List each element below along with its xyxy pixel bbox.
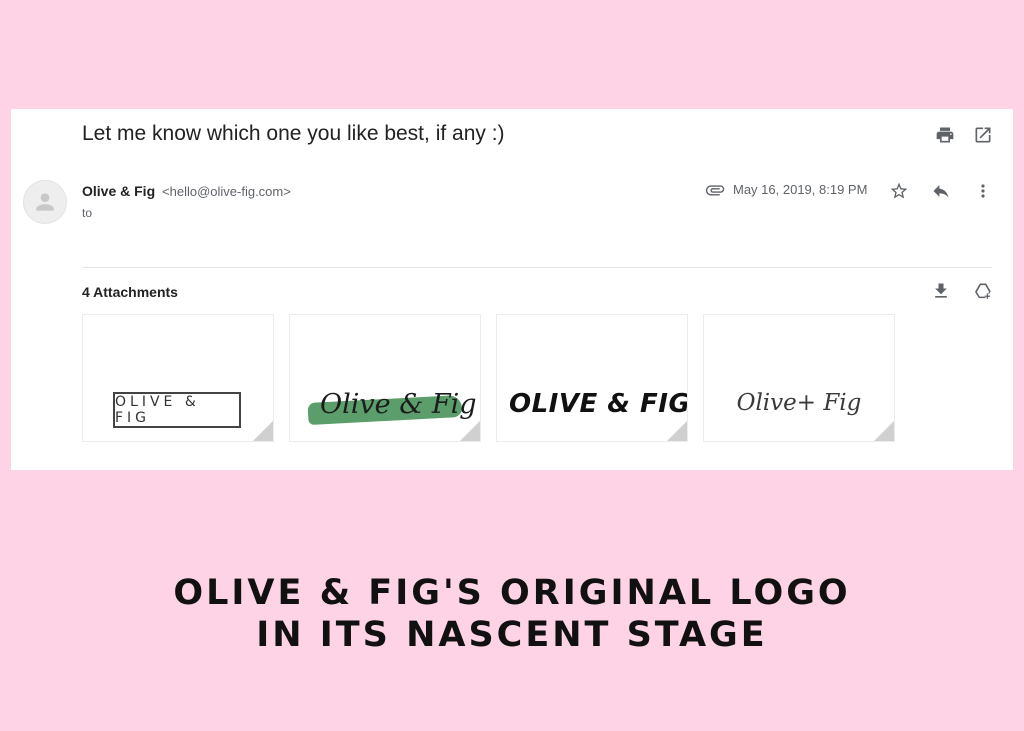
attachments-divider	[82, 267, 992, 268]
email-subject: Let me know which one you like best, if …	[82, 122, 505, 145]
attachment-logo-text: Olive+ Fig	[736, 390, 862, 416]
attachment-thumbnail[interactable]: OLIVE & FIG	[496, 314, 688, 442]
page-fold-corner	[873, 420, 894, 441]
page-fold-corner	[666, 420, 687, 441]
open-in-new-window-icon[interactable]	[971, 123, 995, 147]
page-fold-corner	[252, 420, 273, 441]
attachment-thumbnail[interactable]: Olive & Fig	[289, 314, 481, 442]
attachment-thumbnail[interactable]: OLIVE & FIG	[82, 314, 274, 442]
print-icon[interactable]	[933, 123, 957, 147]
recipient-toggle[interactable]: to	[82, 206, 92, 220]
attachment-clip-icon	[705, 184, 725, 195]
sender-avatar[interactable]	[23, 180, 67, 224]
star-icon[interactable]	[887, 179, 911, 203]
caption-line-1: OLIVE & FIG'S ORIGINAL LOGO	[173, 573, 851, 613]
sender-email: <hello@olive-fig.com>	[162, 184, 291, 199]
email-message-card: Let me know which one you like best, if …	[11, 109, 1013, 470]
attachment-logo-text: OLIVE & FIG	[509, 389, 688, 419]
download-all-icon[interactable]	[929, 279, 953, 303]
message-date: May 16, 2019, 8:19 PM	[733, 182, 868, 197]
attachment-logo: Olive & Fig	[304, 387, 477, 427]
sender-name[interactable]: Olive & Fig	[82, 183, 155, 199]
attachment-logo-text: Olive & Fig	[320, 389, 477, 420]
image-caption: OLIVE & FIG'S ORIGINAL LOGO IN ITS NASCE…	[0, 572, 1024, 656]
sender-line: Olive & Fig <hello@olive-fig.com>	[82, 183, 291, 199]
message-meta: May 16, 2019, 8:19 PM	[705, 182, 867, 197]
attachment-logo-text: OLIVE & FIG	[113, 392, 241, 428]
page-fold-corner	[459, 420, 480, 441]
attachments-header: 4 Attachments	[82, 284, 178, 300]
add-to-drive-icon[interactable]	[971, 279, 995, 303]
attachment-thumbnail[interactable]: Olive+ Fig	[703, 314, 895, 442]
reply-icon[interactable]	[929, 179, 953, 203]
caption-line-2: IN ITS NASCENT STAGE	[256, 615, 768, 655]
person-icon	[36, 193, 54, 211]
more-vertical-icon[interactable]	[971, 179, 995, 203]
